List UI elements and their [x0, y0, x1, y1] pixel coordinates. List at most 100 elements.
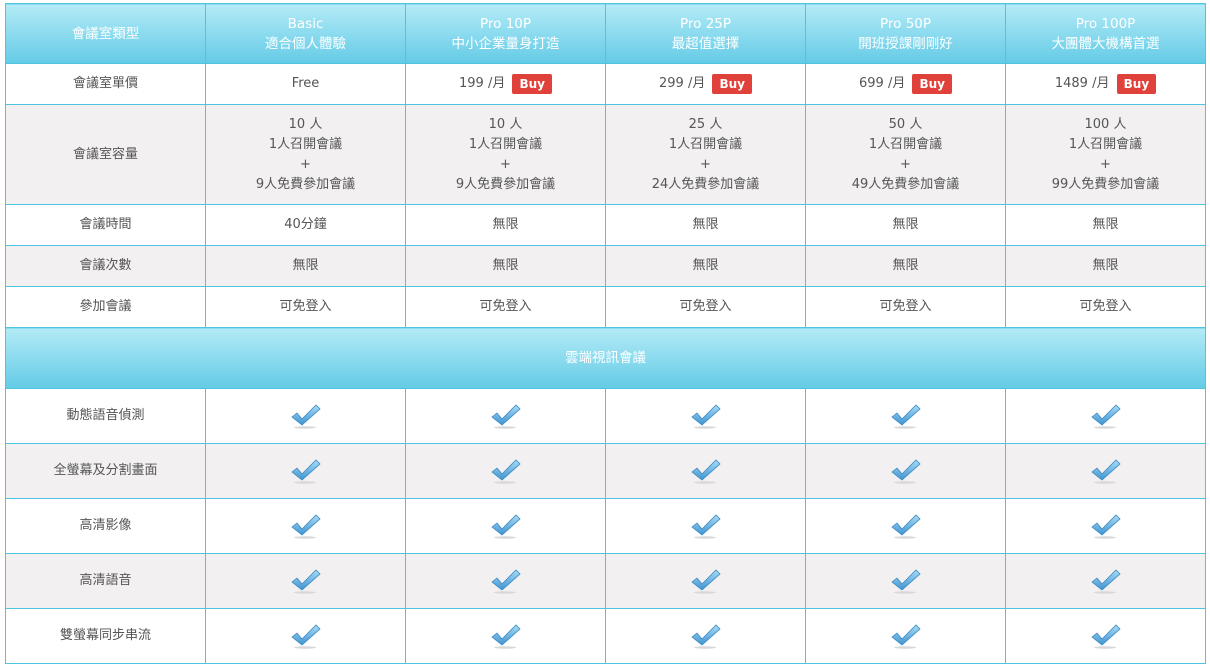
feature-cell — [205, 498, 406, 554]
check-icon — [290, 458, 322, 484]
meeting-count-row: 會議次數 無限 無限 無限 無限 無限 — [5, 245, 1206, 287]
pricing-table: 會議室類型 Basic 適合個人體驗 Pro 10P 中小企業量身打造 Pro … — [5, 3, 1206, 664]
capacity-guests: 9人免費參加會議 — [455, 176, 556, 192]
check-icon — [890, 458, 922, 484]
check-icon — [1090, 458, 1122, 484]
price-cell: 299 /月 Buy — [605, 63, 806, 105]
plan-name: Basic — [287, 15, 324, 32]
table-cell: 40分鐘 — [205, 204, 406, 246]
table-cell: 無限 — [805, 245, 1006, 287]
capacity-cell: 10 人 1人召開會議 + 9人免費參加會議 — [405, 104, 606, 205]
price-unit: /月 — [1092, 75, 1110, 91]
feature-cell — [405, 498, 606, 554]
feature-cell — [605, 553, 806, 609]
feature-cell — [205, 608, 406, 664]
capacity-people: 25 人 — [688, 116, 723, 132]
capacity-row: 會議室容量 10 人 1人召開會議 + 9人免費參加會議 10 人 1人召開會議… — [5, 104, 1206, 205]
capacity-host: 1人召開會議 — [468, 136, 543, 152]
check-icon — [690, 403, 722, 429]
feature-row: 雙螢幕同步串流 — [5, 608, 1206, 664]
feature-cell — [805, 498, 1006, 554]
row-label: 會議時間 — [5, 204, 206, 246]
feature-cell — [1005, 443, 1206, 499]
check-icon — [1090, 623, 1122, 649]
check-icon — [890, 568, 922, 594]
plan-subtitle: 適合個人體驗 — [265, 35, 346, 52]
capacity-guests: 24人免費參加會議 — [651, 176, 760, 192]
feature-cell — [805, 553, 1006, 609]
check-icon — [290, 623, 322, 649]
price-unit: /月 — [687, 75, 706, 91]
price-cell: 199 /月 Buy — [405, 63, 606, 105]
table-cell: 無限 — [605, 245, 806, 287]
feature-row: 動態語音偵測 — [5, 388, 1206, 444]
feature-cell — [1005, 553, 1206, 609]
price-amount: 299 — [658, 75, 684, 91]
table-cell: 無限 — [405, 204, 606, 246]
buy-button[interactable]: Buy — [912, 73, 952, 94]
table-cell: 可免登入 — [405, 286, 606, 328]
row-label: 會議次數 — [5, 245, 206, 287]
plan-subtitle: 大團體大機構首選 — [1051, 35, 1160, 52]
capacity-people: 100 人 — [1084, 116, 1127, 132]
plan-header-pro50p: Pro 50P 開班授課剛剛好 — [805, 3, 1006, 64]
feature-cell — [1005, 388, 1206, 444]
feature-cell — [1005, 608, 1206, 664]
plan-header-basic: Basic 適合個人體驗 — [205, 3, 406, 64]
check-icon — [1090, 513, 1122, 539]
feature-cell — [1005, 498, 1206, 554]
buy-button[interactable]: Buy — [712, 73, 752, 94]
capacity-host: 1人召開會議 — [1068, 136, 1143, 152]
feature-cell — [205, 443, 406, 499]
check-icon — [890, 513, 922, 539]
capacity-people: 10 人 — [488, 116, 523, 132]
row-label: 會議室容量 — [5, 104, 206, 205]
table-cell: 可免登入 — [205, 286, 406, 328]
price-cell-basic: Free — [205, 63, 406, 105]
price-amount: 1489 — [1054, 75, 1088, 91]
table-cell: 無限 — [605, 204, 806, 246]
price-cell: 1489 /月 Buy — [1005, 63, 1206, 105]
room-type-header: 會議室類型 — [5, 3, 206, 64]
buy-button[interactable]: Buy — [1116, 73, 1157, 94]
capacity-guests: 99人免費參加會議 — [1051, 176, 1160, 192]
plan-subtitle: 中小企業量身打造 — [451, 35, 560, 52]
meeting-time-row: 會議時間 40分鐘 無限 無限 無限 無限 — [5, 204, 1206, 246]
feature-cell — [605, 608, 806, 664]
table-cell: 可免登入 — [805, 286, 1006, 328]
check-icon — [890, 403, 922, 429]
plan-header-pro100p: Pro 100P 大團體大機構首選 — [1005, 3, 1206, 64]
capacity-plus: + — [500, 156, 511, 172]
table-cell: 無限 — [805, 204, 1006, 246]
feature-cell — [805, 388, 1006, 444]
table-cell: 無限 — [1005, 204, 1206, 246]
plan-header-pro25p: Pro 25P 最超值選擇 — [605, 3, 806, 64]
join-meeting-row: 參加會議 可免登入 可免登入 可免登入 可免登入 可免登入 — [5, 286, 1206, 328]
price-cell: 699 /月 Buy — [805, 63, 1006, 105]
check-icon — [490, 458, 522, 484]
capacity-plus: + — [300, 156, 311, 172]
feature-label: 全螢幕及分割畫面 — [5, 443, 206, 499]
table-cell: 無限 — [205, 245, 406, 287]
plan-header-pro10p: Pro 10P 中小企業量身打造 — [405, 3, 606, 64]
plan-name: Pro 25P — [679, 15, 732, 32]
feature-cell — [405, 443, 606, 499]
capacity-people: 10 人 — [288, 116, 323, 132]
feature-row: 高清語音 — [5, 553, 1206, 609]
price-unit: /月 — [887, 75, 906, 91]
plan-header-row: 會議室類型 Basic 適合個人體驗 Pro 10P 中小企業量身打造 Pro … — [5, 3, 1206, 64]
feature-row: 高清影像 — [5, 498, 1206, 554]
capacity-plus: + — [900, 156, 911, 172]
plan-name: Pro 10P — [479, 15, 532, 32]
check-icon — [1090, 568, 1122, 594]
feature-cell — [405, 608, 606, 664]
capacity-host: 1人召開會議 — [668, 136, 743, 152]
table-cell: 無限 — [1005, 245, 1206, 287]
feature-cell — [205, 388, 406, 444]
feature-label: 高清語音 — [5, 553, 206, 609]
check-icon — [490, 403, 522, 429]
buy-button[interactable]: Buy — [512, 73, 552, 94]
capacity-guests: 49人免費參加會議 — [851, 176, 960, 192]
feature-label: 動態語音偵測 — [5, 388, 206, 444]
capacity-cell: 10 人 1人召開會議 + 9人免費參加會議 — [205, 104, 406, 205]
